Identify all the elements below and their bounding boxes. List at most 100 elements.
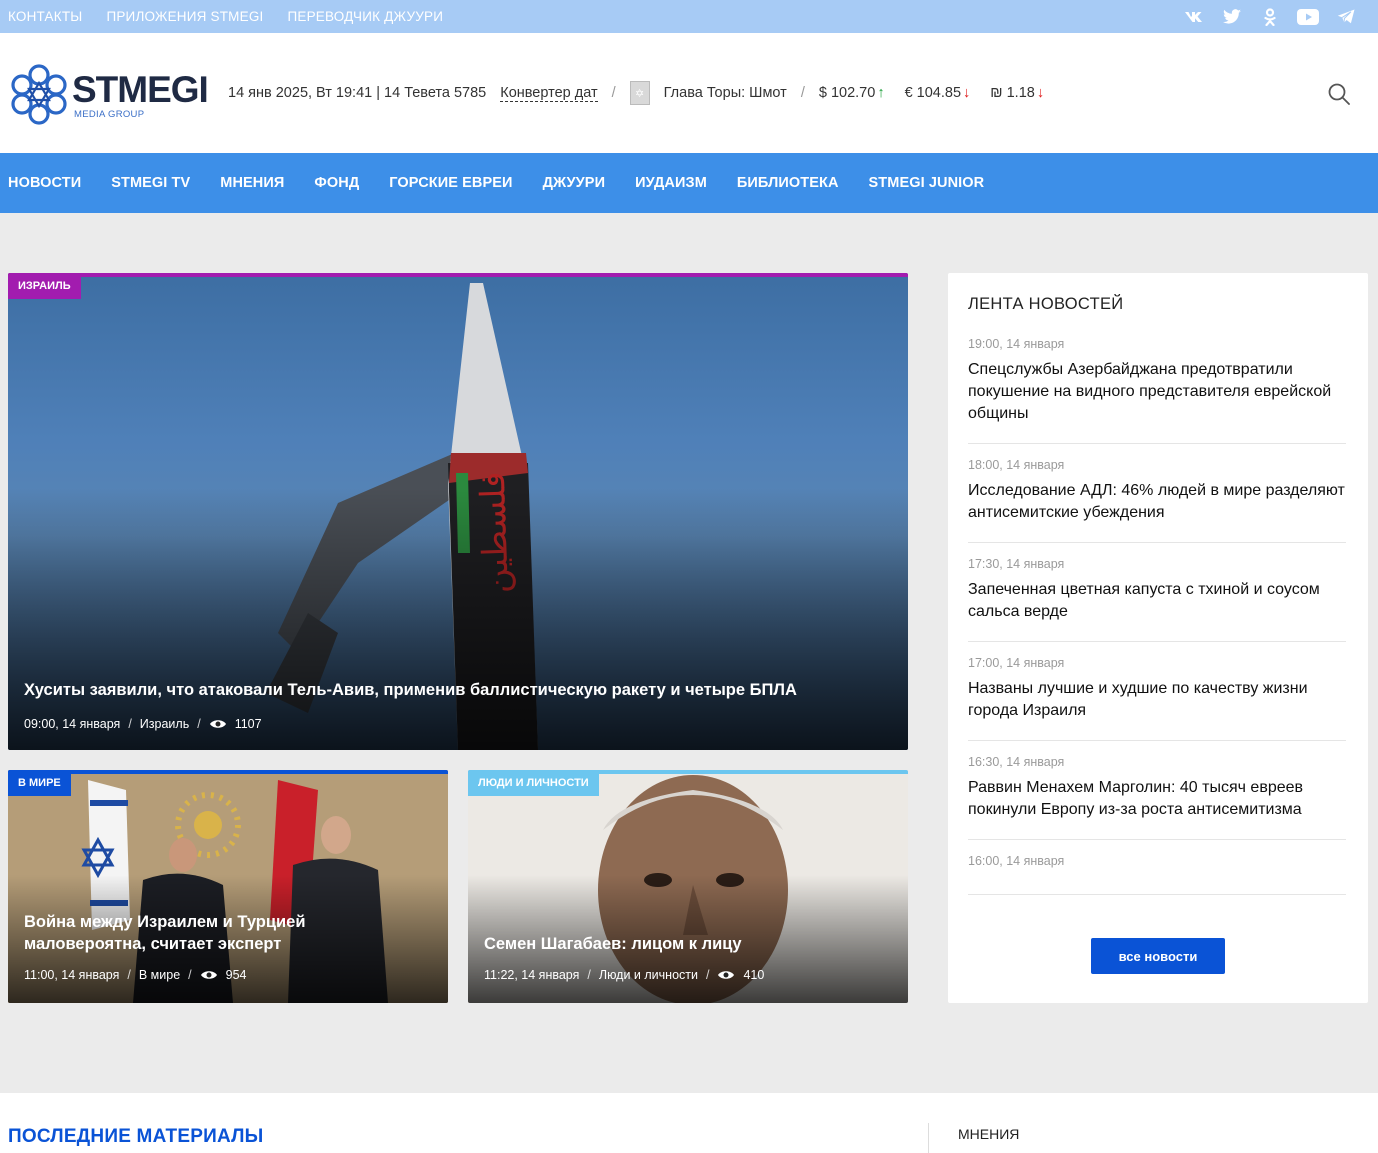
eye-icon [209,720,226,728]
arrow-up-icon: ↑ [877,85,885,101]
category-bar [8,770,448,774]
telegram-icon[interactable] [1334,7,1358,27]
feed-item-time: 16:30, 14 января [968,755,1065,769]
all-news-button[interactable]: все новости [1091,938,1225,974]
current-date: 14 янв 2025, Вт 19:41 | 14 Тевета 5785 [228,85,487,101]
arrow-down-icon: ↓ [963,85,971,101]
nav-item-opinions[interactable]: МНЕНИЯ [220,175,284,191]
nav-item-stmegi-junior[interactable]: STMEGI JUNIOR [869,175,985,191]
feed-item[interactable]: 17:00, 14 января Названы лучшие и худшие… [968,656,1346,741]
search-icon[interactable] [1328,83,1350,105]
feed-item-title[interactable]: Раввин Менахем Марголин: 40 тысяч евреев… [968,777,1346,821]
story-title[interactable]: Семен Шагабаев: лицом к лицу [484,933,892,955]
feed-item-title[interactable]: Исследование АДЛ: 46% людей в мире разде… [968,480,1346,524]
eye-icon [200,971,217,979]
separator: / [705,968,710,982]
story-meta: 11:22, 14 января / Люди и личности / 410 [484,968,764,982]
story-title[interactable]: Хуситы заявили, что атаковали Тель-Авив,… [24,679,892,701]
separator: / [611,85,616,101]
story-card[interactable]: В МИРЕ Война между Израилем и Турцией ма… [8,770,448,1003]
story-views: 954 [225,968,247,982]
youtube-icon[interactable] [1296,7,1320,27]
separator: / [127,968,131,982]
logo-subtitle: MEDIA GROUP [74,109,145,120]
news-feed: ЛЕНТА НОВОСТЕЙ 19:00, 14 января Спецслуж… [948,273,1368,1003]
feed-item[interactable]: 17:30, 14 января Запеченная цветная капу… [968,557,1346,642]
feed-item-title[interactable]: Спецслужбы Азербайджана предотвратили по… [968,359,1346,425]
top-utility-bar: КОНТАКТЫ ПРИЛОЖЕНИЯ STMEGI ПЕРЕВОДЧИК ДЖ… [0,0,1378,33]
story-meta: 09:00, 14 января / Израиль / 1107 [24,717,262,731]
feed-item-time: 18:00, 14 января [968,458,1065,472]
feed-item[interactable]: 19:00, 14 января Спецслужбы Азербайджана… [968,337,1346,444]
feed-item-time: 16:00, 14 января [968,854,1065,868]
separator: / [188,968,192,982]
story-views: 410 [743,968,765,982]
twitter-icon[interactable] [1220,7,1244,27]
image-shade [8,487,908,750]
separator: / [587,968,591,982]
eur-rate: € 104.85 ↓ [905,85,971,101]
story-category[interactable]: Израиль [140,717,189,731]
main-navigation: НОВОСТИ STMEGI TV МНЕНИЯ ФОНД ГОРСКИЕ ЕВ… [0,153,1378,213]
feed-item-time: 17:30, 14 января [968,557,1065,571]
date-converter-link[interactable]: Конвертер дат [500,85,598,102]
logo-star-icon [11,64,67,125]
category-bar [8,273,908,277]
bottom-section: ПОСЛЕДНИЕ МАТЕРИАЛЫ МНЕНИЯ [0,1093,1378,1153]
ils-rate: ₪ 1.18 ↓ [990,85,1044,101]
nav-item-library[interactable]: БИБЛИОТЕКА [737,175,839,191]
feed-title: ЛЕНТА НОВОСТЕЙ [968,295,1124,313]
nav-item-stmegi-tv[interactable]: STMEGI TV [111,175,190,191]
feed-item-time: 19:00, 14 января [968,337,1065,351]
feed-item-title[interactable]: Названы лучшие и худшие по качеству жизн… [968,678,1346,722]
torah-book-icon: ✡ [629,81,650,105]
top-links: КОНТАКТЫ ПРИЛОЖЕНИЯ STMEGI ПЕРЕВОДЧИК ДЖ… [8,0,443,33]
odnoklassniki-icon[interactable] [1258,7,1282,27]
feed-item-time: 17:00, 14 января [968,656,1065,670]
story-category[interactable]: Люди и личности [599,968,698,982]
nav-item-fund[interactable]: ФОНД [314,175,359,191]
feed-item[interactable]: 16:00, 14 января [968,854,1346,895]
vk-icon[interactable] [1182,7,1206,27]
torah-portion[interactable]: Глава Торы: Шмот [664,85,787,101]
feed-item[interactable]: 18:00, 14 января Исследование АДЛ: 46% л… [968,458,1346,543]
nav-item-juhuri[interactable]: ДЖУУРИ [543,175,606,191]
social-links [1182,0,1358,33]
header-info-strip: 14 янв 2025, Вт 19:41 | 14 Тевета 5785 К… [228,81,1064,105]
separator: / [128,717,132,731]
story-time: 11:22, 14 января [484,968,580,982]
opinions-heading[interactable]: МНЕНИЯ [958,1126,1019,1142]
story-meta: 11:00, 14 января / В мире / 954 [24,968,247,982]
nav-item-news[interactable]: НОВОСТИ [8,175,81,191]
main-story-card[interactable]: ﻓﻠﺴﻄﻴﻦ ИЗРАИЛЬ Хуситы заявили, что атако… [8,273,908,750]
category-tag[interactable]: В МИРЕ [8,770,71,796]
eur-value: € 104.85 [904,85,962,101]
stmegi-logo[interactable]: STMEGI MEDIA GROUP [8,63,209,125]
link-translator[interactable]: ПЕРЕВОДЧИК ДЖУУРИ [288,9,444,24]
separator: / [197,717,201,731]
category-tag[interactable]: ЛЮДИ И ЛИЧНОСТИ [468,770,599,796]
link-apps[interactable]: ПРИЛОЖЕНИЯ STMEGI [106,9,263,24]
usd-value: $ 102.70 [818,85,876,101]
feed-list[interactable]: 19:00, 14 января Спецслужбы Азербайджана… [968,337,1346,909]
category-tag[interactable]: ИЗРАИЛЬ [8,273,81,299]
story-title[interactable]: Война между Израилем и Турцией маловероя… [24,911,432,955]
separator: / [800,85,805,101]
eye-icon [718,971,735,979]
story-time: 11:00, 14 января [24,968,120,982]
story-category[interactable]: В мире [139,968,180,982]
story-views: 1107 [234,717,262,731]
divider [928,1123,929,1153]
link-contacts[interactable]: КОНТАКТЫ [8,9,82,24]
usd-rate: $ 102.70 ↑ [819,85,885,101]
logo-wordmark: STMEGI [72,69,209,110]
latest-materials-heading: ПОСЛЕДНИЕ МАТЕРИАЛЫ [8,1126,264,1147]
story-card[interactable]: ЛЮДИ И ЛИЧНОСТИ Семен Шагабаев: лицом к … [468,770,908,1003]
feed-item-title[interactable]: Запеченная цветная капуста с тхиной и со… [968,579,1346,623]
nav-item-mountain-jews[interactable]: ГОРСКИЕ ЕВРЕИ [389,175,512,191]
nav-item-judaism[interactable]: ИУДАИЗМ [635,175,707,191]
feed-item[interactable]: 16:30, 14 января Раввин Менахем Марголин… [968,755,1346,840]
story-time: 09:00, 14 января [24,717,121,731]
arrow-down-icon: ↓ [1036,85,1045,101]
site-header: STMEGI MEDIA GROUP 14 янв 2025, Вт 19:41… [0,33,1378,153]
